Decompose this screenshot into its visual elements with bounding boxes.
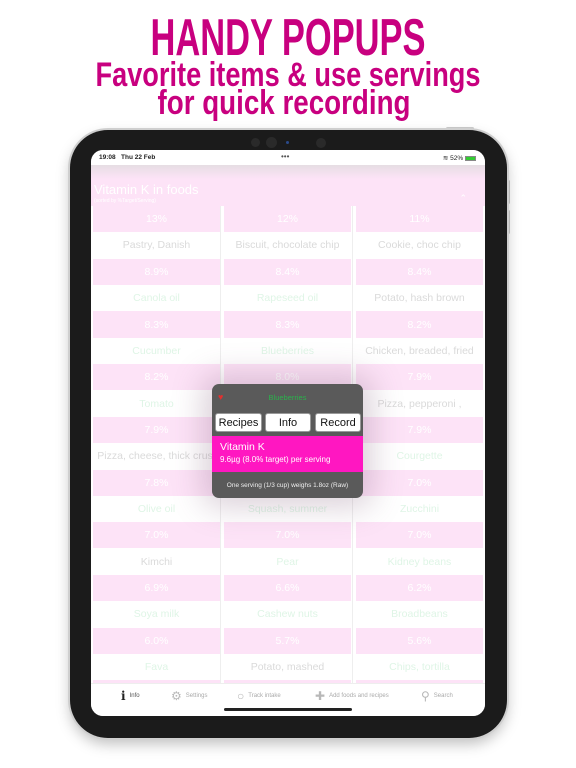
percent-cell[interactable]: 7.9% xyxy=(93,416,220,444)
camera-icon xyxy=(266,137,277,148)
food-name-cell[interactable]: Broadbeans xyxy=(356,601,483,628)
food-name-cell[interactable]: Pastry, Danish xyxy=(93,232,220,259)
food-name-cell[interactable]: Potato, hash brown xyxy=(356,285,483,312)
info-button[interactable]: Info xyxy=(265,413,311,432)
percent-cell[interactable]: 8.2% xyxy=(93,364,220,391)
page-header: Vitamin K in foods (sorted by %Target/Se… xyxy=(91,165,485,206)
percent-cell[interactable]: 13% xyxy=(93,206,220,233)
home-indicator[interactable] xyxy=(224,708,352,711)
circle-icon: ○ xyxy=(237,689,245,703)
camera-icon xyxy=(316,138,326,148)
food-name-cell[interactable]: Chips, tortilla xyxy=(356,653,483,681)
food-name-cell[interactable]: Chicken, breaded, fried xyxy=(356,337,483,365)
tab-bar: i Info ⚙ Settings ○ Track intake ✚ Add foods an… xyxy=(91,683,485,716)
app-screen: 19:08 Thu 22 Feb ••• ≋ 52% Vitamin K in … xyxy=(91,150,485,716)
tab-track-intake[interactable]: ○ Track intake xyxy=(237,689,281,703)
percent-cell[interactable]: 8.3% xyxy=(93,311,220,338)
tab-label: Info xyxy=(129,693,140,699)
food-name-cell[interactable]: Rapeseed oil xyxy=(224,285,351,312)
tab-settings[interactable]: ⚙ Settings xyxy=(171,689,207,703)
tab-add-foods-and-recipes[interactable]: ✚ Add foods and recipes xyxy=(315,689,389,703)
volume-down-button xyxy=(507,210,510,234)
tab-label: Settings xyxy=(185,693,208,699)
food-name-cell[interactable]: Olive oil xyxy=(93,495,220,523)
gear-icon: ⚙ xyxy=(171,689,182,703)
nutrient-panel: Vitamin K 9.6µg (8.0% target) per servin… xyxy=(212,436,363,472)
battery-percent: 52% xyxy=(450,155,464,162)
status-time: 19:08 Thu 22 Feb xyxy=(99,154,156,161)
percent-cell[interactable]: 8.2% xyxy=(356,311,483,338)
percent-cell[interactable]: 6.0% xyxy=(93,627,220,654)
percent-cell[interactable]: 5.6% xyxy=(356,627,483,654)
percent-cell[interactable]: 6.2% xyxy=(356,574,483,602)
headline-line3: for quick recording xyxy=(158,84,411,122)
volume-up-button xyxy=(507,180,510,204)
camera-icon xyxy=(251,138,260,147)
percent-cell[interactable]: 5.7% xyxy=(224,627,351,654)
chevron-up-icon[interactable]: ⌃ xyxy=(459,193,467,204)
food-name-cell[interactable]: Pizza, pepperoni , xyxy=(356,390,483,417)
info-icon: i xyxy=(121,689,126,703)
search-icon: ⚲ xyxy=(421,689,430,703)
percent-cell[interactable]: 8.3% xyxy=(224,311,351,338)
tab-search[interactable]: ⚲ Search xyxy=(421,689,453,703)
status-right: ≋ 52% xyxy=(443,154,476,162)
food-name-cell[interactable]: Soya milk xyxy=(93,601,220,628)
food-name-cell[interactable]: Cashew nuts xyxy=(224,601,351,628)
percent-cell[interactable]: 12% xyxy=(224,206,351,233)
sensor-icon xyxy=(286,141,289,144)
battery-icon xyxy=(465,155,476,161)
tab-label: Search xyxy=(433,693,453,699)
food-name-cell[interactable]: Zucchini xyxy=(356,495,483,523)
promo-headline: HANDY POPUPS Favorite items & use servin… xyxy=(96,9,481,122)
wifi-icon: ≋ xyxy=(442,155,449,162)
record-button[interactable]: Record xyxy=(315,413,361,432)
status-date: Thu 22 Feb xyxy=(121,154,156,161)
popup-title: Blueberries xyxy=(268,393,307,402)
food-name-cell[interactable]: Pizza, cheese, thick crust xyxy=(93,443,220,470)
nutrient-name: Vitamin K xyxy=(220,441,265,453)
percent-cell[interactable]: 6.6% xyxy=(224,574,351,602)
food-name-cell[interactable]: Tomato xyxy=(93,390,220,417)
food-name-cell[interactable]: Biscuit, chocolate chip xyxy=(224,232,351,259)
nutrient-detail: 9.6µg (8.0% target) per serving xyxy=(220,455,331,464)
percent-cell[interactable]: 8.9% xyxy=(93,258,220,285)
food-name-cell[interactable]: Canola oil xyxy=(93,285,220,312)
food-name-cell[interactable]: Cookie, choc chip xyxy=(356,232,483,259)
tab-label: Add foods and recipes xyxy=(329,693,389,699)
percent-cell[interactable]: 7.0% xyxy=(356,469,483,496)
serving-info: One serving (1/3 cup) weighs 1.8oz (Raw) xyxy=(226,482,349,489)
recipes-button[interactable]: Recipes xyxy=(215,413,262,432)
tab-label: Track intake xyxy=(248,693,281,699)
food-name-cell[interactable]: Cucumber xyxy=(93,337,220,365)
plus-icon: ✚ xyxy=(315,689,326,703)
food-name-cell[interactable]: Kidney beans xyxy=(356,548,483,575)
percent-cell[interactable]: 7.9% xyxy=(356,416,483,444)
food-name-cell[interactable]: Fava xyxy=(93,653,220,681)
percent-cell[interactable]: 8.4% xyxy=(356,258,483,285)
food-name-cell[interactable]: Squash, summer xyxy=(224,495,351,523)
percent-cell[interactable]: 11% xyxy=(356,206,483,233)
percent-cell[interactable]: 8.4% xyxy=(224,258,351,285)
multitask-dots[interactable]: ••• xyxy=(281,152,289,161)
food-name-cell[interactable]: Kimchi xyxy=(93,548,220,575)
food-name-cell[interactable]: Pear xyxy=(224,548,351,575)
percent-cell[interactable]: 7.9% xyxy=(356,364,483,391)
tab-info[interactable]: i Info xyxy=(121,689,140,703)
percent-cell[interactable]: 7.8% xyxy=(93,469,220,496)
food-name-cell[interactable]: Courgette xyxy=(356,443,483,470)
percent-cell[interactable]: 6.9% xyxy=(93,574,220,602)
page-title: Vitamin K in foods xyxy=(94,182,199,197)
food-popup: ♥ Blueberries Recipes Info Record Vitami… xyxy=(212,384,363,498)
page-subtitle: (sorted by %Target/Serving) xyxy=(94,198,156,204)
percent-cell[interactable]: 7.0% xyxy=(224,522,351,549)
food-name-cell[interactable]: Potato, mashed xyxy=(224,653,351,681)
status-bar: 19:08 Thu 22 Feb ••• ≋ 52% xyxy=(91,150,485,165)
percent-cell[interactable]: 7.0% xyxy=(93,522,220,549)
percent-cell[interactable]: 7.0% xyxy=(356,522,483,549)
food-name-cell[interactable]: Blueberries xyxy=(224,337,351,365)
